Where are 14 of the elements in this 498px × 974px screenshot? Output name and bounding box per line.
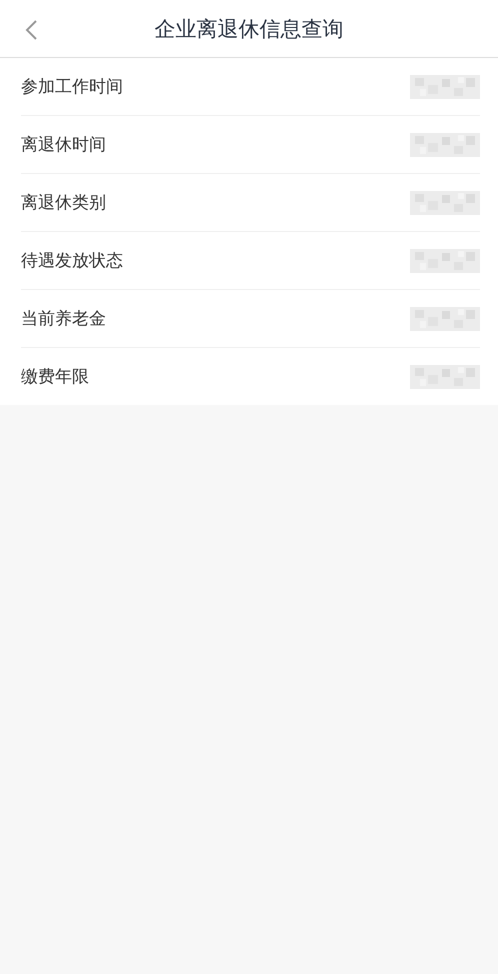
field-label: 待遇发放状态: [21, 250, 123, 272]
field-label: 离退休类别: [21, 192, 106, 214]
field-label: 缴费年限: [21, 366, 89, 388]
back-icon[interactable]: [24, 19, 38, 41]
field-label: 当前养老金: [21, 308, 106, 330]
field-label: 离退休时间: [21, 134, 106, 156]
field-label: 参加工作时间: [21, 76, 123, 98]
redacted-value: [410, 74, 480, 98]
redacted-value: [410, 132, 480, 156]
redacted-value: [410, 248, 480, 272]
redacted-value: [410, 364, 480, 388]
redacted-value: [410, 190, 480, 214]
page-title: 企业离退休信息查询: [154, 16, 344, 42]
redacted-value: [410, 306, 480, 330]
